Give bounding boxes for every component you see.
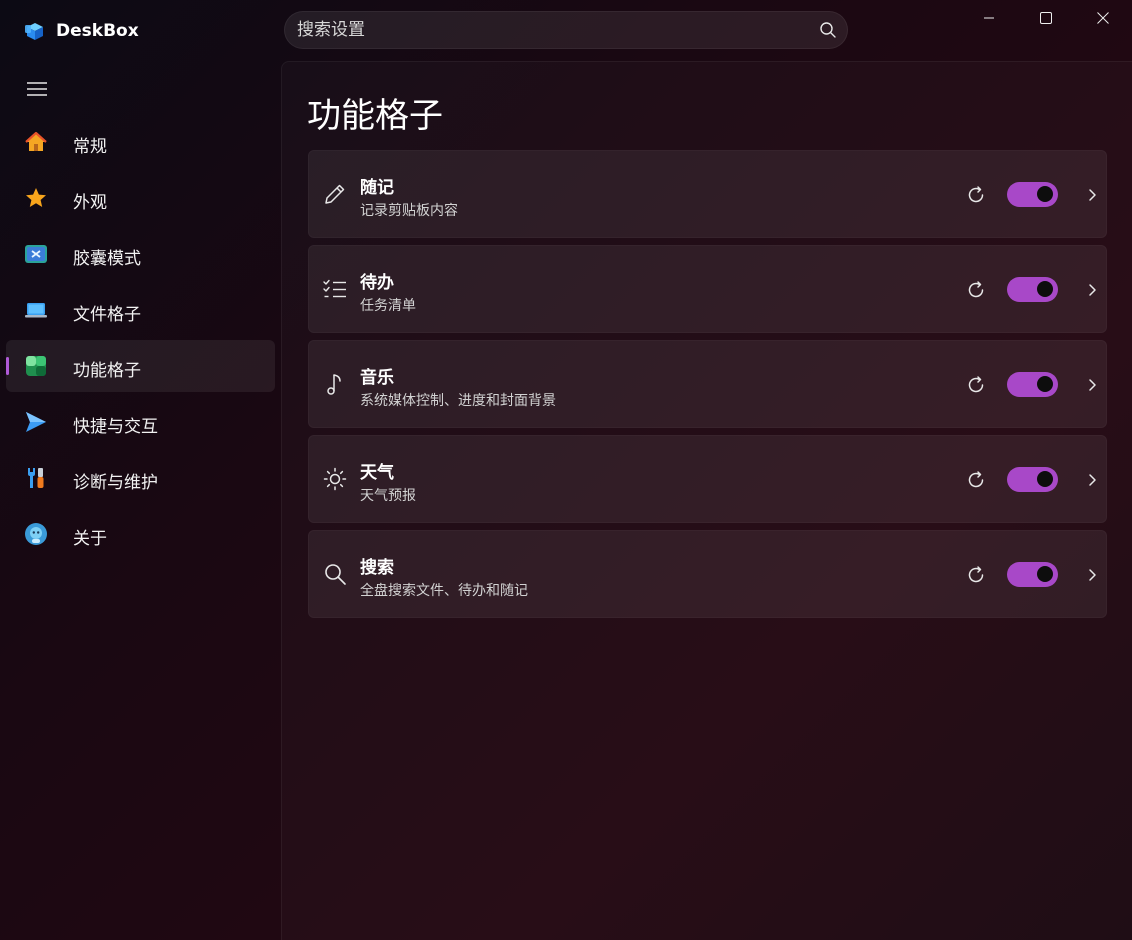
capsule-icon: [25, 245, 47, 263]
sidebar-item-about[interactable]: 关于: [6, 508, 275, 560]
sidebar-item-feature-grid[interactable]: 功能格子: [6, 340, 275, 392]
toggle-knob: [1037, 471, 1053, 487]
sidebar-item-label: 常规: [73, 137, 107, 157]
toggle-knob: [1037, 376, 1053, 392]
reset-icon[interactable]: [965, 279, 987, 301]
sidebar-item-file-grid[interactable]: 文件格子: [6, 284, 275, 336]
sidebar-item-label: 快捷与交互: [73, 417, 158, 437]
close-icon: [1097, 12, 1109, 24]
content-panel: 功能格子 随记 记录剪贴板内容 待办 任务清单 音乐 系统媒体控制、进度和封面背…: [281, 61, 1132, 940]
feature-toggle[interactable]: [1007, 277, 1058, 302]
card-title: 天气: [360, 463, 394, 483]
sidebar-item-shortcuts[interactable]: 快捷与交互: [6, 396, 275, 448]
reset-icon[interactable]: [965, 564, 987, 586]
sidebar-item-label: 文件格子: [73, 305, 141, 325]
reset-icon[interactable]: [965, 469, 987, 491]
minimize-icon: [984, 17, 994, 19]
search-icon: [325, 564, 346, 585]
card-title: 待办: [360, 273, 394, 293]
feature-card-notes[interactable]: 随记 记录剪贴板内容: [308, 150, 1107, 238]
chevron-right-icon[interactable]: [1086, 471, 1100, 489]
home-icon: [25, 131, 47, 151]
deskbox-logo-icon: [25, 23, 43, 40]
app-window: DeskBox 常规: [0, 0, 1132, 940]
sidebar-item-label: 外观: [73, 193, 107, 213]
card-description: 系统媒体控制、进度和封面背景: [360, 393, 556, 409]
minimize-button[interactable]: [960, 0, 1018, 36]
maximize-button[interactable]: [1017, 0, 1075, 36]
sidebar-item-label: 功能格子: [73, 361, 141, 381]
sidebar-item-general[interactable]: 常规: [6, 116, 275, 168]
checklist-icon: [323, 279, 346, 298]
feature-card-music[interactable]: 音乐 系统媒体控制、进度和封面背景: [308, 340, 1107, 428]
feature-toggle[interactable]: [1007, 562, 1058, 587]
sidebar-item-appearance[interactable]: 外观: [6, 172, 275, 224]
sidebar-item-capsule-mode[interactable]: 胶囊模式: [6, 228, 275, 280]
robot-icon: [25, 523, 47, 545]
send-icon: [26, 412, 46, 432]
search-box[interactable]: [284, 11, 848, 49]
toggle-knob: [1037, 186, 1053, 202]
feature-toggle[interactable]: [1007, 467, 1058, 492]
card-title: 随记: [360, 178, 394, 198]
feature-card-search[interactable]: 搜索 全盘搜索文件、待办和随记: [308, 530, 1107, 618]
laptop-icon: [25, 303, 47, 318]
maximize-icon: [1040, 12, 1052, 24]
music-note-icon: [327, 374, 341, 395]
feature-toggle[interactable]: [1007, 372, 1058, 397]
sidebar-item-label: 诊断与维护: [73, 473, 158, 493]
app-title: DeskBox: [56, 21, 139, 41]
sun-icon: [323, 467, 347, 491]
reset-icon[interactable]: [965, 184, 987, 206]
chevron-right-icon[interactable]: [1086, 376, 1100, 394]
star-icon: [26, 188, 46, 207]
close-button[interactable]: [1074, 0, 1132, 36]
pencil-icon: [325, 184, 345, 204]
card-description: 全盘搜索文件、待办和随记: [360, 583, 528, 599]
card-description: 任务清单: [360, 298, 416, 314]
tools-icon: [28, 468, 44, 488]
feature-card-weather[interactable]: 天气 天气预报: [308, 435, 1107, 523]
reset-icon[interactable]: [965, 374, 987, 396]
card-title: 音乐: [360, 368, 394, 388]
toggle-knob: [1037, 566, 1053, 582]
chevron-right-icon[interactable]: [1086, 186, 1100, 204]
hamburger-menu-icon[interactable]: [26, 80, 48, 98]
page-title: 功能格子: [307, 96, 443, 136]
feature-toggle[interactable]: [1007, 182, 1058, 207]
chevron-right-icon[interactable]: [1086, 281, 1100, 299]
chevron-right-icon[interactable]: [1086, 566, 1100, 584]
sidebar-item-diagnostics[interactable]: 诊断与维护: [6, 452, 275, 504]
card-title: 搜索: [360, 558, 394, 578]
sidebar-nav: 常规 外观 胶囊模式 文件格子 功能格子 快捷与交互 诊断与维护 关于: [0, 116, 281, 564]
search-input[interactable]: [297, 12, 797, 48]
sidebar-item-label: 胶囊模式: [73, 249, 141, 269]
search-icon[interactable]: [819, 21, 837, 39]
sidebar-item-label: 关于: [73, 529, 107, 549]
toggle-knob: [1037, 281, 1053, 297]
grid-icon: [26, 356, 46, 376]
feature-card-todo[interactable]: 待办 任务清单: [308, 245, 1107, 333]
card-description: 记录剪贴板内容: [360, 203, 458, 219]
feature-card-list: 随记 记录剪贴板内容 待办 任务清单 音乐 系统媒体控制、进度和封面背景 天气 …: [308, 150, 1107, 625]
card-description: 天气预报: [360, 488, 416, 504]
